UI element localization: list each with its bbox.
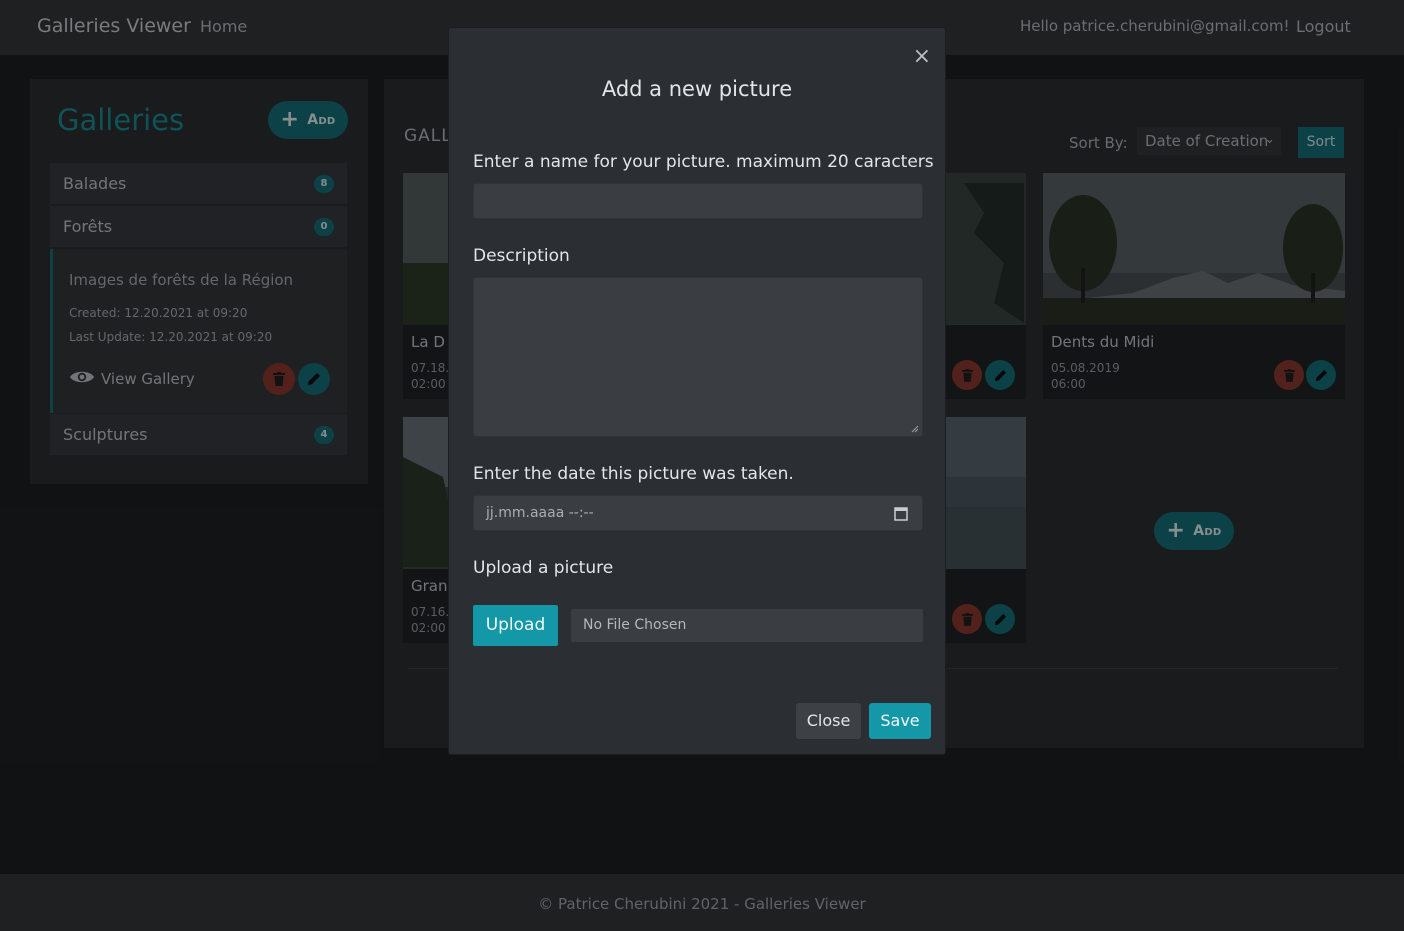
date-placeholder: jj.mm.aaaa --:-- [486, 505, 594, 521]
close-icon[interactable]: × [913, 46, 931, 68]
description-textarea[interactable] [473, 277, 923, 437]
calendar-icon[interactable] [894, 506, 908, 521]
add-picture-modal: × Add a new picture Enter a name for you… [448, 27, 946, 755]
upload-label: Upload a picture [473, 558, 614, 578]
upload-button[interactable]: Upload [473, 605, 558, 646]
resize-grip-icon[interactable] [911, 425, 919, 433]
date-input[interactable]: jj.mm.aaaa --:-- [473, 495, 923, 531]
modal-title: Add a new picture [601, 77, 793, 101]
file-status: No File Chosen [571, 609, 923, 642]
picture-name-label: Enter a name for your picture. maximum 2… [473, 152, 934, 172]
date-label: Enter the date this picture was taken. [473, 464, 794, 484]
save-button[interactable]: Save [869, 703, 931, 739]
description-label: Description [473, 246, 570, 266]
picture-name-input[interactable] [473, 183, 923, 219]
close-button[interactable]: Close [796, 703, 861, 739]
